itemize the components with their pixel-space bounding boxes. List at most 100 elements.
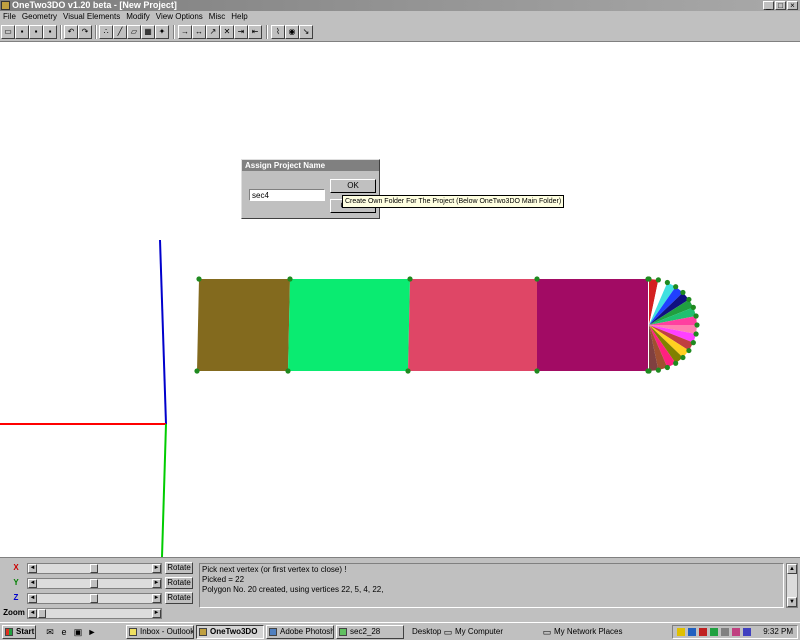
disk-icon[interactable]: ▪ xyxy=(43,25,57,39)
semicircle-fan[interactable] xyxy=(649,279,697,371)
minimize-button[interactable]: _ xyxy=(763,1,774,10)
x-rotate-button[interactable]: Rotate xyxy=(165,562,193,574)
task-photoshop[interactable]: Adobe Photosh... xyxy=(266,625,334,639)
tray-icon[interactable] xyxy=(743,628,751,636)
vertex-point[interactable] xyxy=(655,367,661,373)
move-right-icon[interactable]: → xyxy=(178,25,192,39)
vertex-point[interactable] xyxy=(673,360,679,366)
save-icon[interactable]: ▪ xyxy=(15,25,29,39)
wire-icon[interactable]: ⌇ xyxy=(271,25,285,39)
media-quick-icon[interactable]: ► xyxy=(86,626,98,638)
volume-icon[interactable] xyxy=(721,628,729,636)
align-icon[interactable]: ⇥ xyxy=(234,25,248,39)
polygon-1[interactable] xyxy=(197,279,290,371)
ok-button[interactable]: OK xyxy=(330,179,376,193)
tray-icon[interactable] xyxy=(699,628,707,636)
slider-right-arrow-icon[interactable]: ► xyxy=(152,609,161,618)
slider-thumb[interactable] xyxy=(38,609,46,618)
vertex-point[interactable] xyxy=(194,368,200,374)
open-folder-icon[interactable]: ▭ xyxy=(1,25,15,39)
menu-visual-elements[interactable]: Visual Elements xyxy=(60,11,123,23)
vertex-point[interactable] xyxy=(680,354,686,361)
vertex-point[interactable] xyxy=(196,276,202,282)
project-name-input[interactable] xyxy=(249,189,325,201)
vertex-icon[interactable]: ∴ xyxy=(99,25,113,39)
outlook-quick-icon[interactable]: ✉ xyxy=(44,626,56,638)
vertex-point[interactable] xyxy=(646,368,652,374)
line-icon[interactable]: ╱ xyxy=(113,25,127,39)
slider-left-arrow-icon[interactable]: ◄ xyxy=(28,609,37,618)
slider-left-arrow-icon[interactable]: ◄ xyxy=(28,594,37,603)
desktop-toolbar[interactable]: Desktop xyxy=(412,625,441,639)
slider-left-arrow-icon[interactable]: ◄ xyxy=(28,579,37,588)
close-button[interactable]: × xyxy=(787,1,798,10)
light-icon[interactable]: ✦ xyxy=(155,25,169,39)
slider-right-arrow-icon[interactable]: ► xyxy=(152,594,161,603)
y-rotate-button[interactable]: Rotate xyxy=(165,577,193,589)
z-rotate-button[interactable]: Rotate xyxy=(165,592,193,604)
3d-viewport[interactable] xyxy=(0,42,800,557)
move-both-icon[interactable]: ↔ xyxy=(192,25,206,39)
x-rotate-slider[interactable]: ◄ ► xyxy=(27,563,162,574)
vertex-point[interactable] xyxy=(287,276,293,282)
task-sec2-28[interactable]: sec2_28 xyxy=(336,625,404,639)
vertex-point[interactable] xyxy=(664,364,670,371)
menu-help[interactable]: Help xyxy=(228,11,250,23)
polygon-icon[interactable]: ▱ xyxy=(127,25,141,39)
tray-icon[interactable] xyxy=(710,628,718,636)
desktop-quick-icon[interactable]: ▣ xyxy=(72,626,84,638)
scroll-down-arrow-icon[interactable]: ▼ xyxy=(787,597,797,607)
slider-thumb[interactable] xyxy=(90,579,98,588)
vertex-point[interactable] xyxy=(693,331,699,337)
ie-quick-icon[interactable]: e xyxy=(58,626,70,638)
vertex-point[interactable] xyxy=(686,296,692,303)
z-rotate-slider[interactable]: ◄ ► xyxy=(27,593,162,604)
log-scrollbar[interactable]: ▲ ▼ xyxy=(786,563,798,608)
polygon-3[interactable] xyxy=(408,279,537,371)
vertex-point[interactable] xyxy=(693,313,699,319)
vertex-point[interactable] xyxy=(680,289,686,296)
vertex-point[interactable] xyxy=(690,340,696,346)
undo-icon[interactable]: ↶ xyxy=(64,25,78,39)
vertex-point[interactable] xyxy=(694,322,700,328)
save-as-icon[interactable]: ▪ xyxy=(29,25,43,39)
polygon-2[interactable] xyxy=(288,279,410,371)
vertex-point[interactable] xyxy=(405,368,411,374)
redo-icon[interactable]: ↷ xyxy=(78,25,92,39)
menu-modify[interactable]: Modify xyxy=(123,11,153,23)
slider-right-arrow-icon[interactable]: ► xyxy=(152,579,161,588)
maximize-button[interactable]: □ xyxy=(775,1,786,10)
slider-thumb[interactable] xyxy=(90,564,98,573)
vertex-point[interactable] xyxy=(407,276,413,282)
y-rotate-slider[interactable]: ◄ ► xyxy=(27,578,162,589)
move-diagonal-icon[interactable]: ↗ xyxy=(206,25,220,39)
path-icon[interactable]: ↘ xyxy=(299,25,313,39)
vertex-point[interactable] xyxy=(664,279,670,286)
tray-icon[interactable] xyxy=(732,628,740,636)
vertex-point[interactable] xyxy=(534,276,540,282)
texture-icon[interactable]: ▦ xyxy=(141,25,155,39)
zoom-slider[interactable]: ◄ ► xyxy=(27,608,162,619)
menu-geometry[interactable]: Geometry xyxy=(19,11,60,23)
my-computer-link[interactable]: My Computer xyxy=(455,625,503,639)
slider-left-arrow-icon[interactable]: ◄ xyxy=(28,564,37,573)
start-button[interactable]: Start xyxy=(2,625,36,639)
menu-view-options[interactable]: View Options xyxy=(153,11,206,23)
polygon-4[interactable] xyxy=(537,279,648,371)
menu-file[interactable]: File xyxy=(0,11,19,23)
task-inbox-outlook[interactable]: Inbox - Outlook... xyxy=(126,625,194,639)
slider-thumb[interactable] xyxy=(90,594,98,603)
vertex-point[interactable] xyxy=(534,368,540,374)
vertex-point[interactable] xyxy=(690,304,696,310)
view-eye-icon[interactable]: ◉ xyxy=(285,25,299,39)
vertex-point[interactable] xyxy=(655,277,661,283)
app-icon[interactable] xyxy=(1,1,10,10)
menu-misc[interactable]: Misc xyxy=(206,11,228,23)
tray-icon[interactable] xyxy=(688,628,696,636)
task-onetwo3do[interactable]: OneTwo3DO xyxy=(196,625,264,639)
scroll-up-arrow-icon[interactable]: ▲ xyxy=(787,564,797,574)
extend-icon[interactable]: ⇤ xyxy=(248,25,262,39)
network-places-link[interactable]: My Network Places xyxy=(554,625,622,639)
slider-right-arrow-icon[interactable]: ► xyxy=(152,564,161,573)
tray-icon[interactable] xyxy=(677,628,685,636)
